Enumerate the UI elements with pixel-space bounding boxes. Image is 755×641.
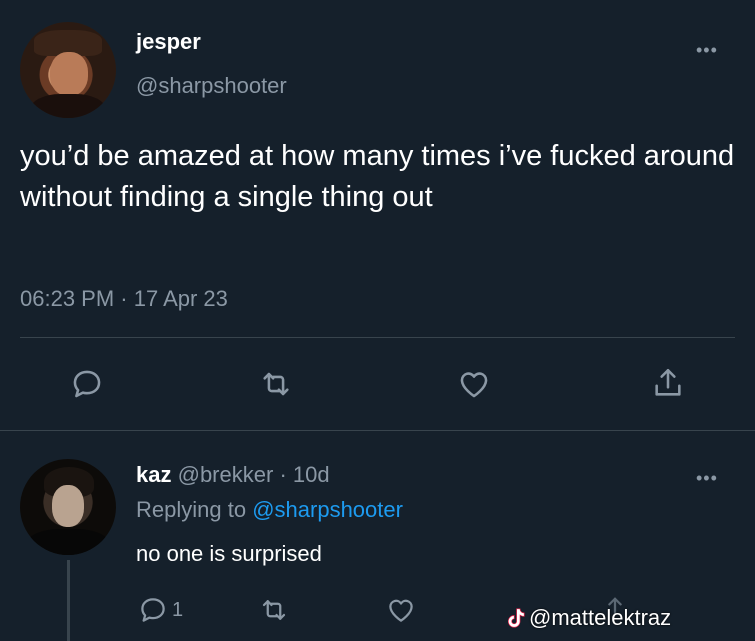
reply-author-name[interactable]: kaz: [136, 462, 171, 487]
separator: ·: [279, 462, 287, 487]
reply-icon[interactable]: [70, 367, 104, 401]
share-icon[interactable]: [651, 365, 685, 401]
replying-to: Replying to @sharpshooter: [136, 497, 403, 523]
reply-count: 1: [172, 598, 184, 621]
avatar[interactable]: [20, 459, 116, 555]
watermark-handle: @mattelektraz: [529, 605, 672, 630]
reply-header: kaz @brekker · 10d: [136, 462, 330, 488]
divider: [20, 337, 735, 338]
like-icon[interactable]: [456, 367, 492, 401]
thread-line: [67, 560, 70, 641]
replying-to-label: Replying to: [136, 497, 247, 522]
tiktok-icon: [508, 608, 525, 628]
replying-to-link[interactable]: @sharpshooter: [252, 497, 403, 522]
more-icon[interactable]: •••: [696, 468, 718, 489]
tweet-timestamp[interactable]: 06:23 PM · 17 Apr 23: [20, 286, 228, 312]
more-icon[interactable]: •••: [696, 40, 718, 61]
divider: [0, 430, 755, 431]
retweet-icon[interactable]: [258, 595, 290, 625]
author-handle[interactable]: @sharpshooter: [136, 73, 287, 99]
watermark: @mattelektraz: [505, 605, 671, 631]
reply-icon: [141, 598, 165, 622]
reply-author-handle[interactable]: @brekker: [178, 462, 274, 487]
reply-text: no one is surprised: [136, 541, 322, 566]
like-icon[interactable]: [385, 595, 417, 625]
tweet-text: you’d be amazed at how many times i’ve f…: [20, 140, 735, 213]
reply-button[interactable]: 1: [138, 595, 183, 625]
author-name[interactable]: jesper: [136, 29, 201, 55]
retweet-icon[interactable]: [258, 367, 294, 401]
reply-age[interactable]: 10d: [293, 462, 330, 487]
avatar[interactable]: [20, 22, 116, 118]
